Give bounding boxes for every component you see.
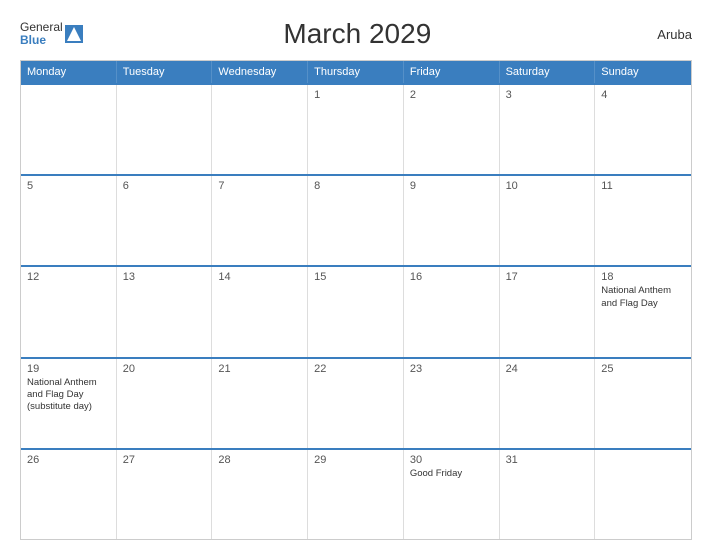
calendar-cell-3-0: 19 National Anthem and Flag Day (substitu…: [21, 359, 117, 448]
calendar-cell-0-4: 2: [404, 85, 500, 174]
header-wednesday: Wednesday: [212, 61, 308, 83]
day-number: 8: [314, 180, 397, 192]
day-number: 13: [123, 271, 206, 283]
calendar-cell-4-5: 31: [500, 450, 596, 539]
calendar-cell-0-5: 3: [500, 85, 596, 174]
event-label: National Anthem and Flag Day (substitute…: [27, 377, 110, 414]
calendar-cell-0-3: 1: [308, 85, 404, 174]
calendar-cell-4-6: [595, 450, 691, 539]
day-number: 26: [27, 454, 110, 466]
calendar-header: Monday Tuesday Wednesday Thursday Friday…: [21, 61, 691, 83]
day-number: 16: [410, 271, 493, 283]
calendar: Monday Tuesday Wednesday Thursday Friday…: [20, 60, 692, 540]
event-label: National Anthem and Flag Day: [601, 285, 685, 310]
day-number: 29: [314, 454, 397, 466]
day-number: 18: [601, 271, 685, 283]
calendar-cell-3-3: 22: [308, 359, 404, 448]
calendar-cell-1-6: 11: [595, 176, 691, 265]
day-number: 21: [218, 363, 301, 375]
calendar-cell-3-5: 24: [500, 359, 596, 448]
day-number: 28: [218, 454, 301, 466]
calendar-cell-2-2: 14: [212, 267, 308, 356]
day-number: 2: [410, 89, 493, 101]
calendar-cell-1-0: 5: [21, 176, 117, 265]
day-number: 19: [27, 363, 110, 375]
logo: General Blue: [20, 21, 83, 47]
calendar-row-1: 5 67 8 9 10 11: [21, 174, 691, 265]
calendar-cell-4-3: 29: [308, 450, 404, 539]
calendar-row-0: 1 2 34: [21, 83, 691, 174]
calendar-cell-3-2: 21: [212, 359, 308, 448]
calendar-cell-2-0: 12: [21, 267, 117, 356]
day-number: 11: [601, 180, 685, 192]
day-number: 4: [601, 89, 685, 101]
calendar-row-2: 12 13 14 15 16 17 18 National Anthem and Flag D…: [21, 265, 691, 356]
day-number: 27: [123, 454, 206, 466]
calendar-cell-1-2: 7: [212, 176, 308, 265]
day-number: 6: [123, 180, 206, 192]
day-number: 3: [506, 89, 589, 101]
day-number: 17: [506, 271, 589, 283]
calendar-cell-0-0: [21, 85, 117, 174]
logo-flag-icon: [65, 25, 83, 43]
header-monday: Monday: [21, 61, 117, 83]
day-number: 22: [314, 363, 397, 375]
calendar-cell-1-5: 10: [500, 176, 596, 265]
calendar-cell-3-6: 25: [595, 359, 691, 448]
calendar-cell-2-6: 18 National Anthem and Flag Day: [595, 267, 691, 356]
day-number: 30: [410, 454, 493, 466]
day-number: 5: [27, 180, 110, 192]
calendar-cell-0-2: [212, 85, 308, 174]
header-saturday: Saturday: [500, 61, 596, 83]
day-number: 12: [27, 271, 110, 283]
header-sunday: Sunday: [595, 61, 691, 83]
calendar-row-3: 19 National Anthem and Flag Day (substitu…: [21, 357, 691, 448]
calendar-cell-3-1: 20: [117, 359, 213, 448]
header-tuesday: Tuesday: [117, 61, 213, 83]
calendar-cell-4-2: 28: [212, 450, 308, 539]
calendar-cell-3-4: 23: [404, 359, 500, 448]
calendar-cell-2-5: 17: [500, 267, 596, 356]
country-label: Aruba: [632, 27, 692, 42]
calendar-cell-2-3: 15: [308, 267, 404, 356]
day-number: 15: [314, 271, 397, 283]
day-number: 1: [314, 89, 397, 101]
day-number: 20: [123, 363, 206, 375]
calendar-cell-1-3: 8: [308, 176, 404, 265]
calendar-row-4: 26 27 28 29 30 Good Friday 31: [21, 448, 691, 539]
calendar-cell-0-1: [117, 85, 213, 174]
calendar-cell-4-4: 30 Good Friday: [404, 450, 500, 539]
header-thursday: Thursday: [308, 61, 404, 83]
page: General Blue March 2029 Aruba Monday Tue…: [0, 0, 712, 550]
day-number: 24: [506, 363, 589, 375]
logo-blue-text: Blue: [20, 34, 63, 47]
day-number: 7: [218, 180, 301, 192]
day-number: 10: [506, 180, 589, 192]
day-number: 31: [506, 454, 589, 466]
calendar-cell-2-4: 16: [404, 267, 500, 356]
header-friday: Friday: [404, 61, 500, 83]
day-number: 9: [410, 180, 493, 192]
event-label: Good Friday: [410, 468, 493, 480]
calendar-cell-1-1: 6: [117, 176, 213, 265]
day-number: 14: [218, 271, 301, 283]
calendar-cell-4-1: 27: [117, 450, 213, 539]
day-number: 25: [601, 363, 685, 375]
calendar-cell-4-0: 26: [21, 450, 117, 539]
day-number: 23: [410, 363, 493, 375]
calendar-cell-0-6: 4: [595, 85, 691, 174]
header: General Blue March 2029 Aruba: [20, 18, 692, 50]
calendar-cell-1-4: 9: [404, 176, 500, 265]
calendar-body: 123456789101112131415161718National Anth…: [21, 83, 691, 539]
calendar-title: March 2029: [83, 18, 632, 50]
calendar-cell-2-1: 13: [117, 267, 213, 356]
